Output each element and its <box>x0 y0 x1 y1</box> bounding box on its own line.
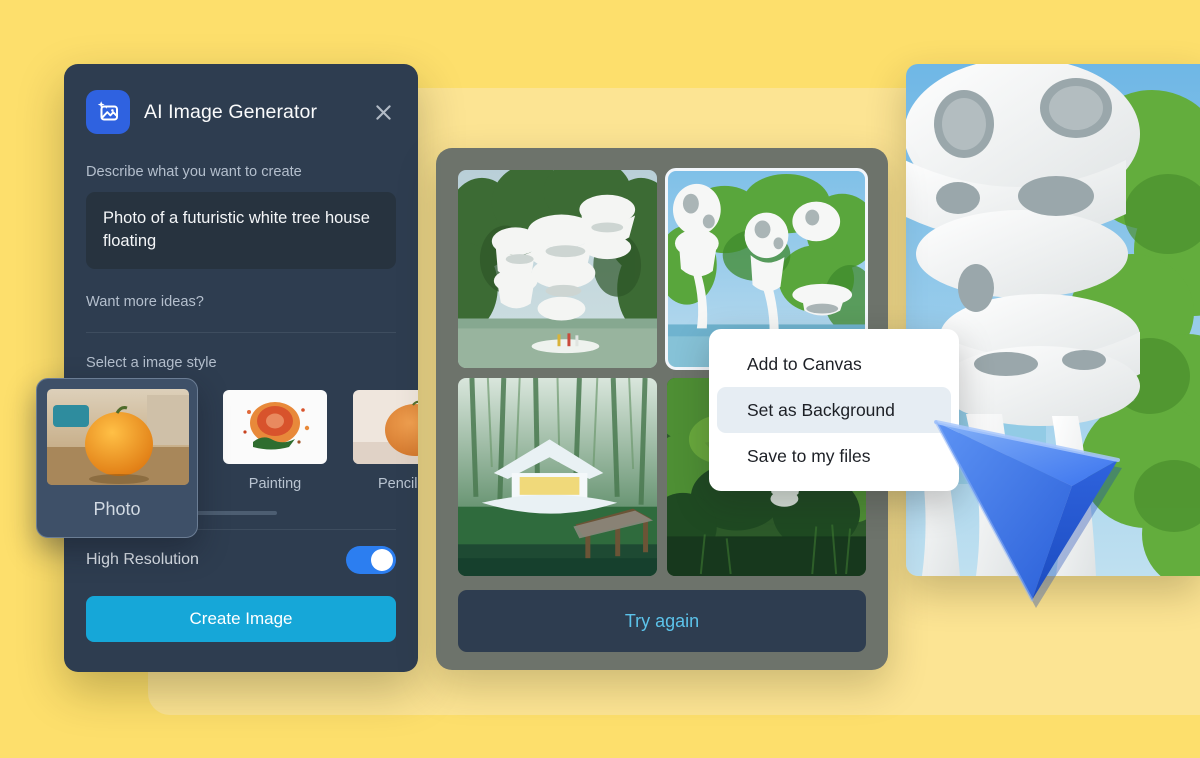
describe-label: Describe what you want to create <box>86 164 302 180</box>
style-name-photo-selected: Photo <box>93 499 141 519</box>
result-tile-1[interactable] <box>458 170 657 368</box>
generated-preview-image[interactable] <box>906 64 1200 576</box>
want-more-ideas-link[interactable]: Want more ideas? <box>64 294 418 310</box>
ai-image-icon <box>86 90 130 134</box>
style-card-photo-selected[interactable]: Photo <box>36 378 198 538</box>
style-name-pencil-drawing: Pencil D <box>378 475 418 492</box>
panel-header: AI Image Generator <box>64 64 418 134</box>
menu-item-add-to-canvas[interactable]: Add to Canvas <box>717 341 951 387</box>
ai-image-generator-panel: AI Image Generator Describe what you wan… <box>64 64 418 672</box>
style-thumb-pencil-drawing <box>353 389 418 464</box>
close-icon[interactable] <box>370 99 396 125</box>
menu-item-save-to-my-files[interactable]: Save to my files <box>717 433 951 479</box>
try-again-button[interactable]: Try again <box>458 590 866 652</box>
prompt-input[interactable]: Photo of a futuristic white tree house f… <box>86 192 396 269</box>
style-card-pencil-drawing[interactable]: Pencil D <box>346 383 418 492</box>
high-resolution-label: High Resolution <box>86 550 199 568</box>
create-image-button[interactable]: Create Image <box>86 595 396 642</box>
high-resolution-toggle[interactable] <box>346 545 396 574</box>
style-card-painting[interactable]: Painting <box>216 383 334 492</box>
page-title: AI Image Generator <box>144 100 318 123</box>
high-resolution-row: High Resolution <box>64 545 418 574</box>
panel-divider <box>86 331 396 333</box>
style-name-painting: Painting <box>248 475 302 492</box>
context-menu: Add to Canvas Set as Background Save to … <box>709 329 959 491</box>
menu-item-set-as-background[interactable]: Set as Background <box>717 387 951 433</box>
prompt-value: Photo of a futuristic white tree house f… <box>103 209 370 251</box>
result-tile-3[interactable] <box>458 378 657 576</box>
style-thumb-painting <box>223 389 327 464</box>
style-thumb-photo-selected <box>47 389 189 485</box>
select-style-label: Select a image style <box>86 354 217 371</box>
